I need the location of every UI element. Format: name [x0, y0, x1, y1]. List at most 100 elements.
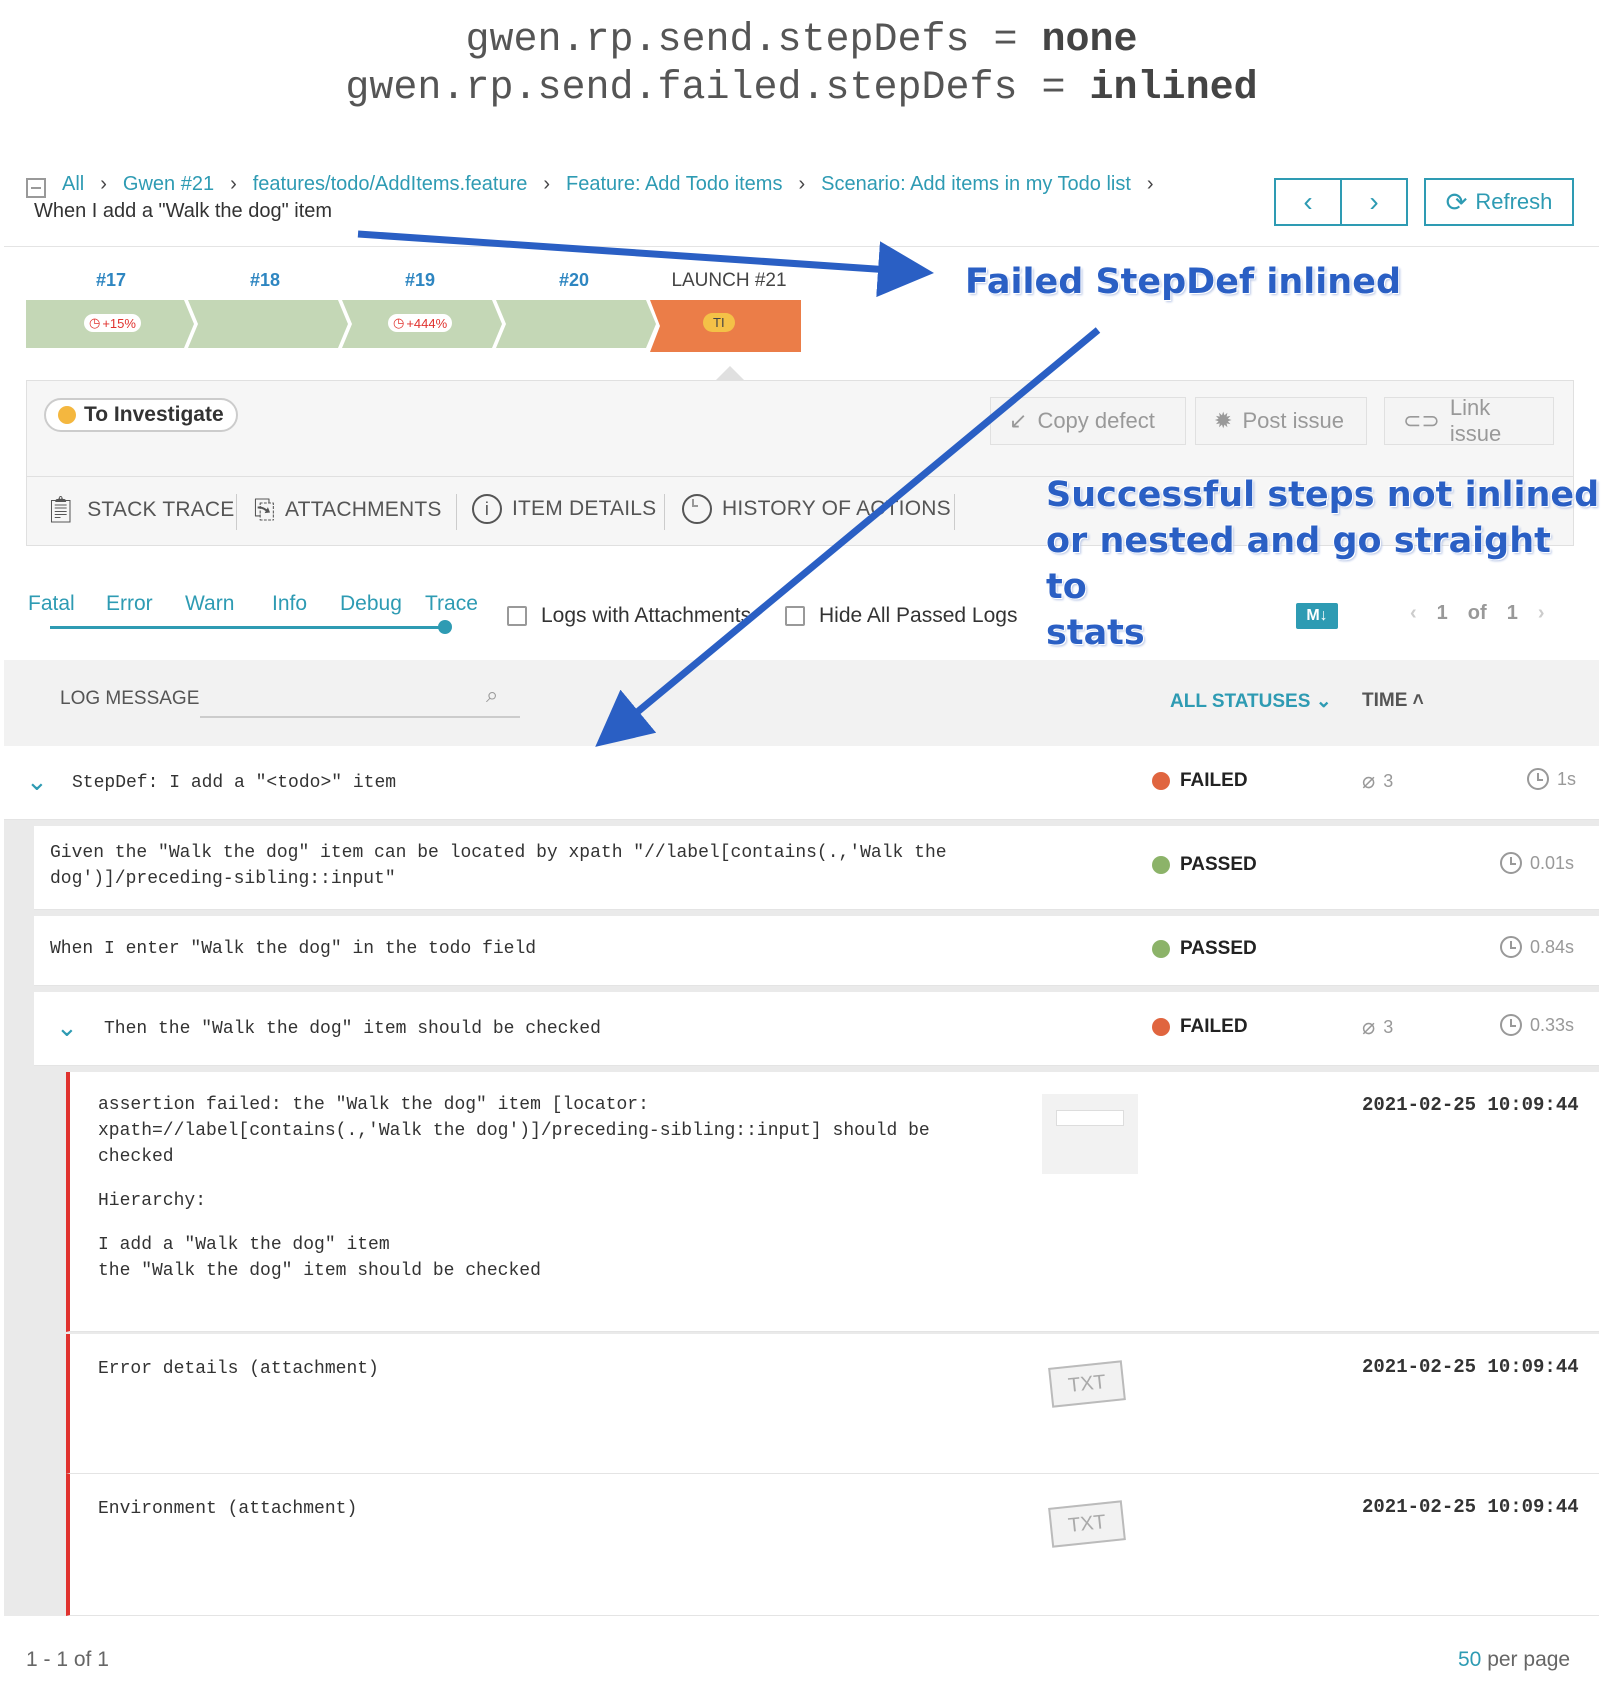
refresh-button[interactable]: ⟳ Refresh [1424, 178, 1574, 226]
chevron-down-icon: ⌄ [1315, 691, 1332, 712]
chevron-right-icon: › [100, 173, 107, 195]
link-issue-button[interactable]: ⊂⊃ Link issue [1384, 395, 1554, 446]
chevron-down-icon[interactable]: ⌄ [56, 1012, 78, 1043]
clock-icon: ◷ [393, 315, 405, 330]
level-debug[interactable]: Debug [340, 592, 402, 616]
arrow-down-left-icon: ↙ [1009, 408, 1028, 433]
stepdef-text: StepDef: I add a "<todo>" item [72, 773, 397, 793]
refresh-label: Refresh [1475, 189, 1553, 214]
attachment-count[interactable]: ⌀ 3 [1362, 768, 1393, 794]
chevron-right-icon: › [798, 173, 806, 195]
next-item-button[interactable]: › [1340, 178, 1408, 226]
info-icon: i [472, 494, 502, 524]
screenshot-thumbnail[interactable] [1042, 1094, 1138, 1174]
status-filter-dropdown[interactable]: ALL STATUSES ⌄ [1170, 690, 1332, 713]
divider [4, 246, 1599, 247]
status-badge: FAILED [1152, 1016, 1248, 1038]
log-message: Error details (attachment) [98, 1359, 379, 1379]
clock-icon [1500, 1014, 1522, 1036]
hide-passed-toggle[interactable]: Hide All Passed Logs [785, 604, 1017, 628]
log-message: assertion failed: the "Walk the dog" ite… [98, 1095, 930, 1281]
table-header [4, 660, 1599, 746]
log-message-header: LOG MESSAGE [60, 688, 200, 709]
prev-item-button[interactable]: ‹ [1274, 178, 1342, 226]
annotation-successful-steps: Successful steps not inlined or nested a… [1046, 475, 1600, 653]
tab-divider [456, 494, 457, 530]
clipboard-icon: 📋︎ [44, 494, 78, 524]
breadcrumb-feature-file[interactable]: features/todo/AddItems.feature [253, 173, 528, 196]
tab-divider [954, 494, 955, 530]
attachment-count[interactable]: ⌀ 3 [1362, 1014, 1393, 1040]
config-line-1: gwen.rp.send.stepDefs = none [465, 18, 1138, 63]
status-badge: FAILED [1152, 770, 1248, 792]
refresh-icon: ⟳ [1445, 186, 1468, 217]
post-issue-button[interactable]: ✹ Post issue [1195, 397, 1367, 445]
clock-icon [1527, 768, 1549, 790]
footer-range: 1 - 1 of 1 [26, 1648, 109, 1671]
clock-icon [1500, 852, 1522, 874]
copy-defect-button[interactable]: ↙ Copy defect [990, 397, 1186, 445]
log-row-error-details[interactable] [66, 1334, 1599, 1474]
duration: 0.84s [1500, 936, 1574, 958]
breadcrumb-feature[interactable]: Feature: Add Todo items [566, 173, 782, 196]
bug-icon: ✹ [1214, 408, 1233, 433]
level-slider-handle[interactable] [438, 620, 452, 634]
chevron-left-icon: ‹ [1303, 186, 1313, 217]
txt-attachment-icon[interactable]: TXT [1048, 1360, 1126, 1408]
panel-pointer [716, 366, 744, 380]
breadcrumb-launch[interactable]: Gwen #21 [123, 173, 214, 196]
chevron-right-icon: › [230, 173, 237, 195]
history-label-18: #18 [249, 270, 281, 290]
status-badge: PASSED [1152, 938, 1257, 960]
tab-history-of-actions[interactable]: HISTORY OF ACTIONS [682, 494, 951, 524]
level-slider-track[interactable] [50, 626, 446, 629]
history-label-current: LAUNCH #21 [671, 270, 787, 291]
link-icon: ⊂⊃ [1403, 408, 1440, 433]
step-3-text: Then the "Walk the dog" item should be c… [104, 1019, 601, 1039]
clock-icon: ◷ [89, 315, 101, 330]
log-timestamp: 2021-02-25 10:09:44 [1362, 1356, 1579, 1378]
chevron-down-icon[interactable]: ⌄ [26, 766, 48, 797]
annotation-arrow-1 [357, 230, 934, 298]
tab-item-details[interactable]: i ITEM DETAILS [472, 494, 656, 524]
status-dot [58, 406, 76, 424]
select-checkbox[interactable] [26, 178, 46, 198]
level-trace[interactable]: Trace [425, 592, 478, 616]
logs-with-attachments-toggle[interactable]: Logs with Attachments [507, 604, 751, 628]
tab-divider [664, 494, 665, 530]
level-error[interactable]: Error [106, 592, 153, 616]
chevron-right-icon: › [543, 173, 551, 195]
txt-attachment-icon[interactable]: TXT [1048, 1500, 1126, 1548]
paperclip-icon: ⎘ [254, 494, 276, 524]
chevron-right-icon: › [1369, 186, 1379, 217]
tab-stack-trace[interactable]: 📋︎ STACK TRACE [44, 494, 235, 525]
checkbox[interactable] [785, 606, 805, 626]
per-page-selector[interactable]: 50 per page [1458, 1648, 1570, 1672]
breadcrumb-all[interactable]: All [62, 173, 84, 196]
history-label-20: #20 [558, 270, 590, 290]
breadcrumb-scenario[interactable]: Scenario: Add items in my Todo list [821, 173, 1131, 196]
level-warn[interactable]: Warn [185, 592, 234, 616]
log-timestamp: 2021-02-25 10:09:44 [1362, 1094, 1579, 1116]
tab-attachments[interactable]: ⎘ ATTACHMENTS [254, 494, 442, 526]
checkbox[interactable] [507, 606, 527, 626]
time-sort-header[interactable]: TIME ˄ [1362, 690, 1424, 712]
history-badge-17: ◷ +15% [84, 314, 141, 332]
level-fatal[interactable]: Fatal [28, 592, 75, 616]
breadcrumb: All › Gwen #21 › features/todo/AddItems.fe… [62, 173, 1154, 196]
paperclip-icon: ⌀ [1362, 1014, 1376, 1039]
clock-icon [682, 494, 712, 524]
history-badge-19: ◷ +444% [388, 314, 453, 332]
step-1-text: Given the "Walk the dog" item can be loc… [50, 843, 947, 889]
history-label-17: #17 [95, 270, 127, 290]
search-icon[interactable]: ⌕ [486, 682, 498, 708]
clock-icon [1500, 936, 1522, 958]
level-info[interactable]: Info [272, 592, 307, 616]
paperclip-icon: ⌀ [1362, 768, 1376, 793]
log-search-input[interactable] [200, 716, 520, 718]
defect-type-badge[interactable]: To Investigate [44, 398, 238, 432]
log-timestamp: 2021-02-25 10:09:44 [1362, 1496, 1579, 1518]
status-badge: PASSED [1152, 854, 1257, 876]
history-item-18 [188, 300, 348, 348]
tab-divider [236, 494, 237, 530]
